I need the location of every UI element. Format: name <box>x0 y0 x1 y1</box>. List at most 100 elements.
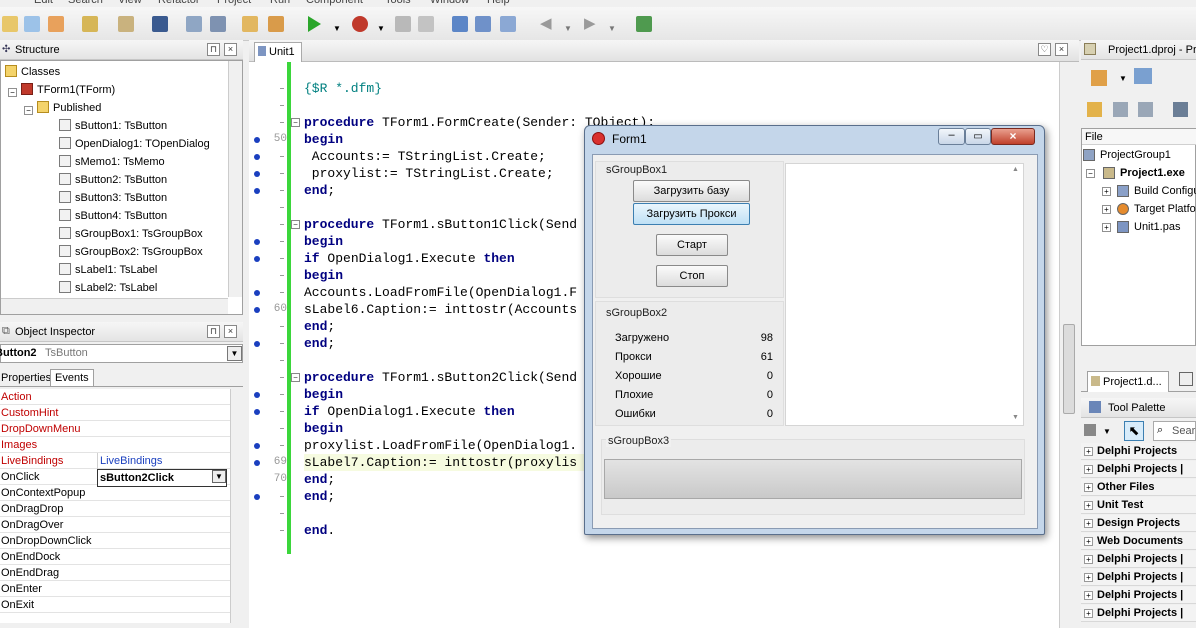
structure-item[interactable]: sMemo1: TsMemo <box>59 153 165 171</box>
close-icon[interactable]: × <box>224 325 237 338</box>
structure-item[interactable]: Classes <box>5 63 60 81</box>
close-button[interactable]: × <box>991 128 1035 145</box>
code-line[interactable]: if OpenDialog1.Execute then <box>304 250 515 267</box>
collapse-icon[interactable]: − <box>1086 169 1095 178</box>
expand-icon[interactable]: + <box>1084 501 1093 510</box>
save-all-icon[interactable] <box>186 16 202 32</box>
property-row[interactable]: OnDropDownClick <box>0 533 230 549</box>
breakpoint-dot-icon[interactable] <box>254 341 260 347</box>
expand-icon[interactable]: + <box>1084 591 1093 600</box>
expand-icon[interactable]: + <box>1084 555 1093 564</box>
structure-item[interactable]: TForm1(TForm) <box>21 81 115 99</box>
code-line[interactable]: begin <box>304 233 343 250</box>
fold-icon[interactable]: − <box>291 118 300 127</box>
stop-icon[interactable] <box>418 16 434 32</box>
editor-scrollbar[interactable] <box>1059 62 1079 628</box>
help-book-icon[interactable] <box>636 16 652 32</box>
menu-item[interactable]: Component <box>306 0 363 6</box>
palette-category[interactable]: + Unit Test <box>1081 497 1196 514</box>
menu-item[interactable]: Run <box>270 0 290 6</box>
property-row[interactable]: OnDragDrop <box>0 501 230 517</box>
project-item[interactable]: Unit1.pas <box>1134 218 1180 236</box>
menu-item[interactable]: Search <box>68 0 103 6</box>
property-value[interactable]: LiveBindings <box>97 453 227 469</box>
property-row[interactable]: CustomHint <box>0 405 230 421</box>
fold-icon[interactable]: − <box>291 220 300 229</box>
breakpoint-dot-icon[interactable] <box>254 154 260 160</box>
expand-icon[interactable]: + <box>1084 609 1093 618</box>
breakpoint-dot-icon[interactable] <box>254 443 260 449</box>
code-line[interactable]: end; <box>304 335 335 352</box>
close-icon[interactable]: × <box>224 43 237 56</box>
property-grid[interactable]: Action CustomHint DropDownMenu Images LiveBi… <box>0 389 230 623</box>
menu-item[interactable]: Window <box>430 0 469 6</box>
memo[interactable]: ▲ ▼ <box>785 163 1024 426</box>
structure-item[interactable]: sLabel1: TsLabel <box>59 261 157 279</box>
property-row[interactable]: OnDragOver <box>0 517 230 533</box>
activate-dropdown-icon[interactable]: ▼ <box>1119 74 1127 83</box>
menu-item[interactable]: View <box>118 0 142 6</box>
code-line[interactable]: end; <box>304 488 335 505</box>
component-selector[interactable]: Button2 TsButton ▼ <box>0 344 243 363</box>
expand-icon[interactable]: + <box>1084 447 1093 456</box>
code-line[interactable]: sLabel6.Caption:= inttostr(Accounts <box>304 301 577 318</box>
load-proxy-button[interactable]: Загрузить Прокси <box>633 203 750 225</box>
structure-item[interactable]: Published <box>37 99 101 117</box>
pointer-icon[interactable]: ⬉ <box>1124 421 1144 441</box>
trace-into-icon[interactable] <box>452 16 468 32</box>
sync-icon[interactable] <box>1087 102 1102 117</box>
scroll-down-icon[interactable]: ▼ <box>1012 414 1019 421</box>
property-row[interactable]: OnClick sButton2Click ▼ <box>0 469 230 487</box>
run-icon[interactable] <box>308 16 321 32</box>
code-line[interactable]: {$R *.dfm} <box>304 80 382 97</box>
menu-item[interactable]: Edit <box>34 0 53 6</box>
forward-dropdown-icon[interactable]: ▼ <box>608 24 616 33</box>
pause-icon[interactable] <box>395 16 411 32</box>
code-line[interactable]: procedure TForm1.sButton2Click(Send <box>304 369 577 386</box>
code-line[interactable]: begin <box>304 386 343 403</box>
close-all-icon[interactable] <box>210 16 226 32</box>
palette-search[interactable]: ⌕ Sear <box>1153 421 1196 441</box>
add-new-icon[interactable] <box>1134 68 1152 84</box>
reopen-icon[interactable] <box>82 16 98 32</box>
menu-item[interactable]: Project <box>217 0 251 6</box>
structure-tree[interactable]: Classes TForm1(TForm) Published sButton1: T… <box>0 60 243 315</box>
code-line[interactable]: procedure TForm1.sButton1Click(Send <box>304 216 577 233</box>
structure-item[interactable]: OpenDialog1: TOpenDialog <box>59 135 210 153</box>
tab-unit1[interactable]: Unit1 <box>254 42 302 62</box>
code-line[interactable]: begin <box>304 267 343 284</box>
pin-icon[interactable]: ⊓ <box>207 43 220 56</box>
step-over-icon[interactable] <box>475 16 491 32</box>
breakpoint-dot-icon[interactable] <box>254 239 260 245</box>
breakpoint-dot-icon[interactable] <box>254 409 260 415</box>
run-dropdown-icon[interactable]: ▼ <box>333 24 341 33</box>
project-item[interactable]: Project1.exe <box>1120 164 1185 182</box>
project-item[interactable]: ProjectGroup1 <box>1100 146 1171 164</box>
palette-category[interactable]: + Web Documents <box>1081 533 1196 550</box>
tab-list-icon[interactable]: ♡ <box>1038 43 1051 56</box>
categories-icon[interactable] <box>1084 424 1096 436</box>
property-row[interactable]: OnContextPopup <box>0 485 230 501</box>
property-row[interactable]: OnEndDrag <box>0 565 230 581</box>
menu-item[interactable]: Help <box>487 0 510 6</box>
code-line[interactable]: begin <box>304 420 343 437</box>
property-row[interactable]: DropDownMenu <box>0 421 230 437</box>
expand-icon[interactable]: + <box>1102 205 1111 214</box>
code-line[interactable]: end; <box>304 182 335 199</box>
code-line[interactable]: sLabel7.Caption:= inttostr(proxylis <box>304 454 584 471</box>
maximize-button[interactable]: ▭ <box>965 128 991 145</box>
structure-scrollbar[interactable] <box>228 61 242 297</box>
breakpoint-dot-icon[interactable] <box>254 290 260 296</box>
code-line[interactable]: Accounts.LoadFromFile(OpenDialog1.F <box>304 284 577 301</box>
breakpoint-dot-icon[interactable] <box>254 460 260 466</box>
breakpoint-dot-icon[interactable] <box>254 392 260 398</box>
stop-button[interactable]: Стоп <box>656 265 728 287</box>
expand-icon[interactable]: + <box>1084 537 1093 546</box>
breakpoint-dot-icon[interactable] <box>254 171 260 177</box>
palette-category[interactable]: + Delphi Projects | <box>1081 569 1196 586</box>
breakpoint-dot-icon[interactable] <box>254 188 260 194</box>
property-row[interactable]: LiveBindings LiveBindings <box>0 453 230 469</box>
palette-category[interactable]: + Delphi Projects | <box>1081 605 1196 622</box>
start-button[interactable]: Старт <box>656 234 728 256</box>
project-item[interactable]: Target Platfo <box>1134 200 1196 218</box>
